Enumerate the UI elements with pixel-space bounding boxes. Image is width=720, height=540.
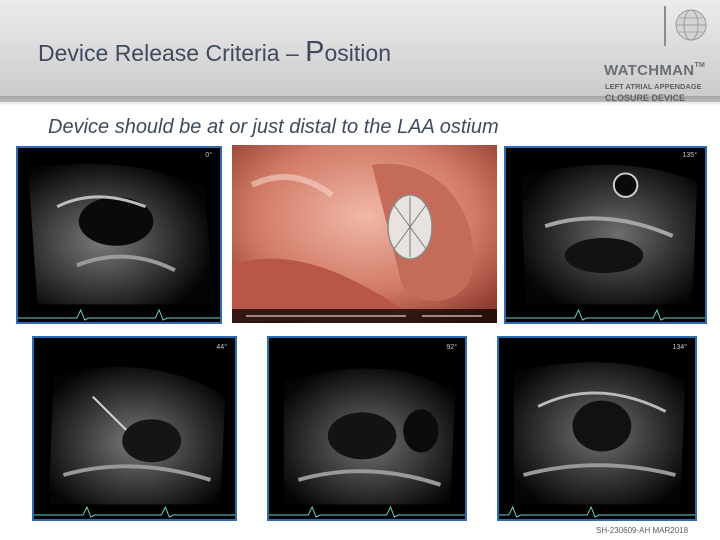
echo-angle-label: 92° — [446, 344, 457, 351]
slide-subtitle: Device should be at or just distal to th… — [48, 116, 499, 138]
echo-image-bottom-left: 44° — [32, 336, 237, 521]
photo-caption-strip — [232, 309, 497, 323]
ecg-trace — [506, 308, 705, 321]
brand-tagline-line1: LEFT ATRIAL APPENDAGE — [605, 82, 702, 91]
echo-scan-graphic — [513, 362, 686, 505]
brand-tagline-line2: CLOSURE DEVICE — [605, 93, 686, 103]
echo-angle-label: 44° — [216, 344, 227, 351]
echo-scan-graphic — [520, 164, 698, 305]
company-globe-logo — [675, 9, 707, 41]
echo-image-top-left: 0° — [16, 146, 222, 324]
brand-trademark: TM — [694, 62, 706, 69]
echo-scan-graphic — [283, 368, 456, 505]
ecg-trace — [499, 505, 695, 518]
echo-scan-graphic — [48, 366, 226, 505]
ecg-trace — [34, 505, 235, 518]
header-divider — [664, 6, 666, 46]
echo-angle-label: 134° — [672, 344, 687, 351]
heart-device-render — [232, 145, 497, 323]
echo-scan-graphic — [27, 163, 215, 305]
ecg-trace — [18, 308, 220, 321]
echo-angle-label: 0° — [205, 152, 212, 159]
caption-text-blur — [246, 315, 406, 317]
document-code: SH-230609-AH MAR2018 — [596, 526, 689, 535]
echo-image-top-right: 135° — [504, 146, 707, 324]
slide-title-main: Device Release Criteria – — [38, 40, 306, 66]
echo-angle-label: 135° — [682, 152, 697, 159]
brand-wordmark: WATCHMANTM — [604, 62, 705, 79]
echo-image-bottom-middle: 92° — [267, 336, 467, 521]
slide-title-initial: P — [305, 36, 325, 68]
ecg-trace — [269, 505, 465, 518]
brand-name: WATCHMAN — [604, 62, 695, 79]
caption-text-blur — [422, 315, 482, 317]
echo-image-bottom-right: 134° — [497, 336, 697, 521]
device-illustration-photo — [232, 145, 497, 323]
slide-title: Device Release Criteria – Position — [38, 36, 391, 69]
slide-title-rest: osition — [324, 40, 391, 66]
